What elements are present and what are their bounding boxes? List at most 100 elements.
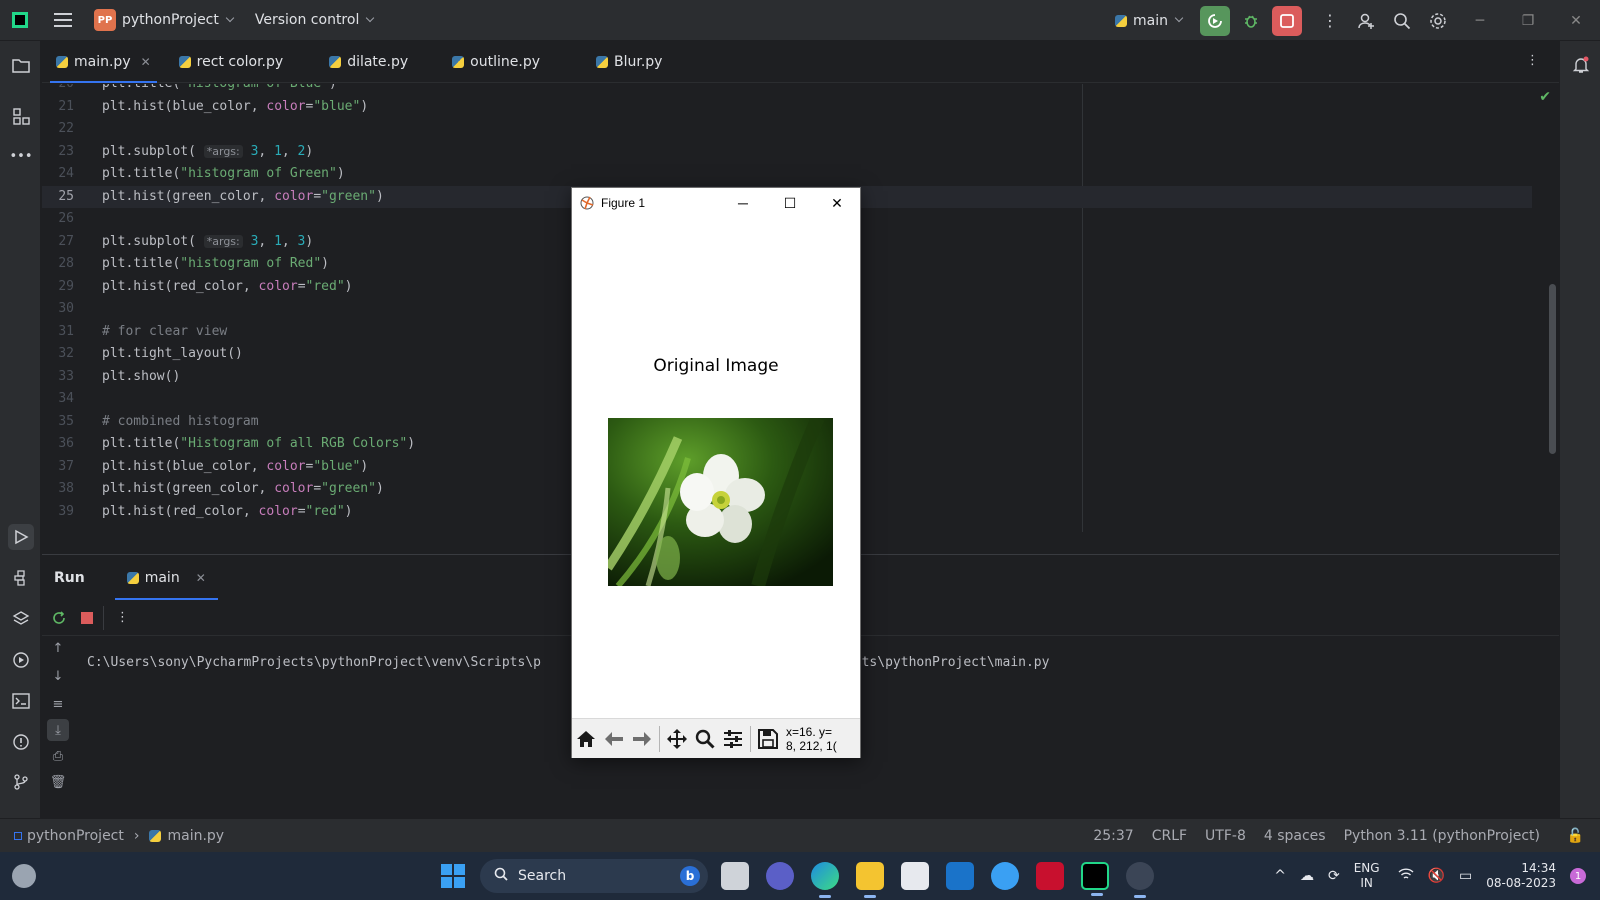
figure-canvas[interactable]: Original Image xyxy=(572,218,860,718)
battery-icon[interactable]: ▭ xyxy=(1459,868,1472,884)
run-tab-main[interactable]: main ✕ xyxy=(114,555,218,600)
stop-icon[interactable] xyxy=(75,606,99,630)
minimize-window-button[interactable]: ─ xyxy=(1456,0,1504,41)
tab-dilate-py[interactable]: dilate.py xyxy=(315,41,422,83)
python-idle-icon[interactable] xyxy=(991,862,1019,890)
stop-button[interactable] xyxy=(1272,5,1302,36)
code-line[interactable]: 23 plt.subplot( *args: 3, 1, 2) xyxy=(42,141,1532,164)
project-folder-icon[interactable] xyxy=(8,52,34,78)
language-indicator[interactable]: ENG IN xyxy=(1354,861,1380,891)
figure-maximize-button[interactable]: ☐ xyxy=(767,188,813,218)
main-menu-icon[interactable] xyxy=(54,13,72,27)
scroll-down-icon[interactable]: ↓ xyxy=(47,665,69,687)
run-tool-icon[interactable] xyxy=(8,524,34,550)
scroll-up-icon[interactable]: ↑ xyxy=(47,637,69,659)
structure-icon[interactable] xyxy=(8,103,34,129)
code-text: plt.hist(blue_color, color="blue") xyxy=(102,458,369,474)
mcafee-icon[interactable] xyxy=(1036,862,1064,890)
figure-minimize-button[interactable]: ─ xyxy=(720,188,766,218)
code-line[interactable]: 20 plt.title("histogram of Blue") xyxy=(42,84,1532,96)
console-output[interactable]: C:\Users\sony\PycharmProjects\pythonProj… xyxy=(87,655,1049,670)
line-number: 31 xyxy=(58,323,74,339)
editor-scrollbar[interactable] xyxy=(1549,284,1556,454)
line-number: 26 xyxy=(58,211,74,226)
tab-outline-py[interactable]: outline.py xyxy=(438,41,554,83)
clear-all-trash-icon[interactable]: 🗑 xyxy=(47,771,69,793)
problems-icon[interactable] xyxy=(8,729,34,755)
zoom-magnifier-icon[interactable] xyxy=(691,725,719,753)
notifications-bell-icon[interactable] xyxy=(1568,52,1594,78)
python-file-icon xyxy=(178,55,191,68)
caret-position[interactable]: 25:37 xyxy=(1093,828,1133,844)
home-icon[interactable] xyxy=(572,725,600,753)
print-icon[interactable]: ⎙ xyxy=(47,745,69,767)
taskbar-search[interactable]: Search b xyxy=(480,859,708,893)
code-line[interactable]: 22 xyxy=(42,118,1532,141)
tab-main-py[interactable]: main.py ✕ xyxy=(42,41,165,83)
back-arrow-icon[interactable] xyxy=(600,725,628,753)
pan-move-icon[interactable] xyxy=(663,725,691,753)
python-interpreter[interactable]: Python 3.11 (pythonProject) xyxy=(1344,828,1540,844)
teams-chat-icon[interactable] xyxy=(766,862,794,890)
pycharm-taskbar-icon[interactable] xyxy=(1081,862,1109,896)
no-problems-check-icon[interactable]: ✔ xyxy=(1539,89,1551,105)
more-vertical-icon[interactable]: ⋮ xyxy=(103,605,133,630)
python-packages-icon[interactable] xyxy=(8,606,34,632)
project-badge[interactable]: PP xyxy=(94,9,116,31)
tab-blur-py[interactable]: Blur.py xyxy=(582,41,676,83)
search-icon[interactable] xyxy=(1384,6,1420,36)
more-tools-icon[interactable]: ••• xyxy=(8,143,34,169)
rerun-icon[interactable] xyxy=(47,606,71,630)
close-tab-icon[interactable]: ✕ xyxy=(141,55,151,69)
python-console-icon[interactable] xyxy=(8,565,34,591)
close-window-button[interactable]: ✕ xyxy=(1552,0,1600,41)
code-line[interactable]: 24 plt.title("histogram of Green") xyxy=(42,163,1532,186)
more-vertical-icon[interactable]: ⋮ xyxy=(1526,53,1539,68)
line-number: 35 xyxy=(58,413,74,429)
scroll-to-end-icon[interactable]: ⤓ xyxy=(47,719,69,741)
file-encoding[interactable]: UTF-8 xyxy=(1205,828,1246,844)
microsoft-store-icon[interactable] xyxy=(901,862,929,890)
settings-gear-icon[interactable] xyxy=(1420,6,1456,36)
forward-arrow-icon[interactable] xyxy=(628,725,656,753)
terminal-icon[interactable] xyxy=(8,688,34,714)
more-vertical-icon[interactable]: ⋮ xyxy=(1312,6,1348,36)
file-explorer-icon[interactable] xyxy=(856,862,884,898)
wifi-icon[interactable] xyxy=(1398,867,1414,885)
debug-icon[interactable] xyxy=(1236,6,1266,36)
start-button[interactable] xyxy=(441,864,465,888)
save-figure-icon[interactable] xyxy=(754,725,782,753)
run-config-selector[interactable]: main xyxy=(1115,13,1184,29)
project-selector[interactable]: pythonProject xyxy=(122,12,235,28)
code-line[interactable]: 21 plt.hist(blue_color, color="blue") xyxy=(42,96,1532,119)
restore-window-button[interactable]: ❐ xyxy=(1504,0,1552,41)
git-icon[interactable] xyxy=(8,769,34,795)
add-user-icon[interactable] xyxy=(1348,6,1384,36)
system-clock[interactable]: 14:34 08-08-2023 xyxy=(1486,861,1556,891)
mylio-app-icon[interactable] xyxy=(946,862,974,890)
notification-count-badge[interactable]: 1 xyxy=(1570,868,1586,884)
services-icon[interactable] xyxy=(8,647,34,673)
bing-icon[interactable]: b xyxy=(680,866,700,886)
close-tab-icon[interactable]: ✕ xyxy=(196,571,206,585)
breadcrumb-file[interactable]: main.py xyxy=(167,828,224,844)
breadcrumb-project[interactable]: pythonProject xyxy=(27,828,124,844)
task-view-icon[interactable] xyxy=(721,862,749,890)
sync-icon[interactable]: ⟳ xyxy=(1328,868,1340,884)
configure-subplots-icon[interactable] xyxy=(719,725,747,753)
speaker-muted-icon[interactable]: 🔇 xyxy=(1428,868,1445,884)
soft-wrap-icon[interactable]: ≡ xyxy=(47,693,69,715)
figure-close-button[interactable]: ✕ xyxy=(814,188,860,218)
version-control-menu[interactable]: Version control xyxy=(255,12,375,28)
lock-icon[interactable]: 🔓 xyxy=(1567,828,1584,844)
tab-rect-color-py[interactable]: rect color.py xyxy=(165,41,298,83)
matplotlib-figure-taskbar-icon[interactable] xyxy=(1126,862,1154,898)
line-ending[interactable]: CRLF xyxy=(1152,828,1187,844)
rerun-button[interactable] xyxy=(1200,5,1230,36)
indent-setting[interactable]: 4 spaces xyxy=(1264,828,1326,844)
edge-browser-icon[interactable] xyxy=(811,862,839,898)
python-file-icon xyxy=(149,829,162,842)
weather-widget-icon[interactable] xyxy=(12,864,36,888)
show-hidden-icons-chevron-icon[interactable]: ^ xyxy=(1274,868,1286,884)
onedrive-cloud-icon[interactable]: ☁ xyxy=(1300,868,1314,884)
